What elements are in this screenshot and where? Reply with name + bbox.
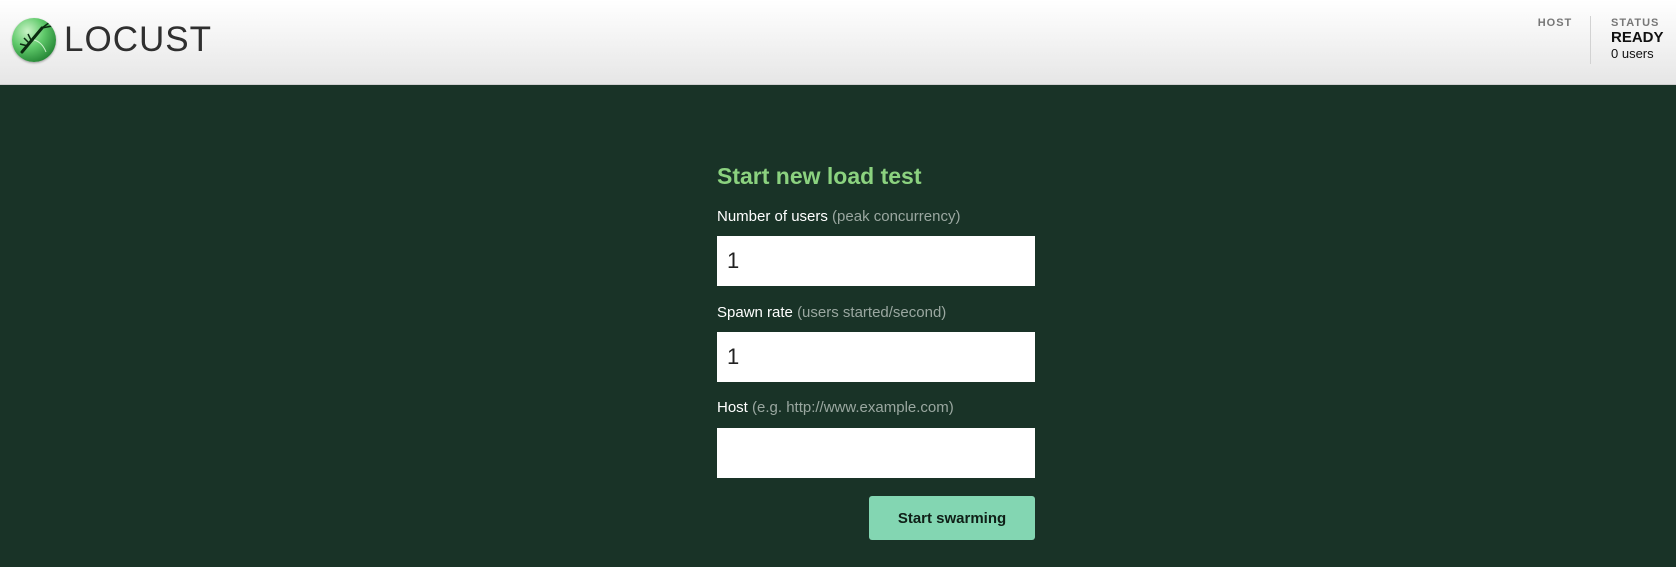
host-panel: HOST [1520, 16, 1590, 64]
spawn-rate-hint: (users started/second) [797, 304, 947, 321]
top-header: LOCUST HOST STATUS READY 0 users [0, 0, 1676, 85]
host-label: HOST [1537, 17, 1573, 29]
user-count-input[interactable] [717, 236, 1035, 286]
locust-logo-icon [12, 18, 56, 62]
host-input[interactable] [717, 428, 1035, 478]
locust-logo[interactable]: LOCUST [12, 18, 212, 66]
spawn-rate-label: Spawn rate (users started/second) [717, 304, 946, 322]
user-count-hint: (peak concurrency) [832, 208, 961, 225]
host-field-hint: (e.g. http://www.example.com) [752, 399, 954, 416]
host-field-label-text: Host [717, 399, 748, 416]
start-swarming-button[interactable]: Start swarming [869, 496, 1035, 540]
user-count-label: Number of users (peak concurrency) [717, 208, 960, 226]
logo-text: LOCUST [64, 20, 212, 59]
status-value: READY [1611, 29, 1664, 46]
user-count-label-text: Number of users [717, 208, 828, 225]
spawn-rate-label-text: Spawn rate [717, 304, 793, 321]
host-field-label: Host (e.g. http://www.example.com) [717, 399, 954, 417]
status-panel: STATUS READY 0 users [1590, 16, 1676, 64]
user-count: 0 users [1611, 46, 1654, 61]
spawn-rate-input[interactable] [717, 332, 1035, 382]
form-title: Start new load test [717, 163, 922, 189]
status-label: STATUS [1611, 17, 1660, 29]
